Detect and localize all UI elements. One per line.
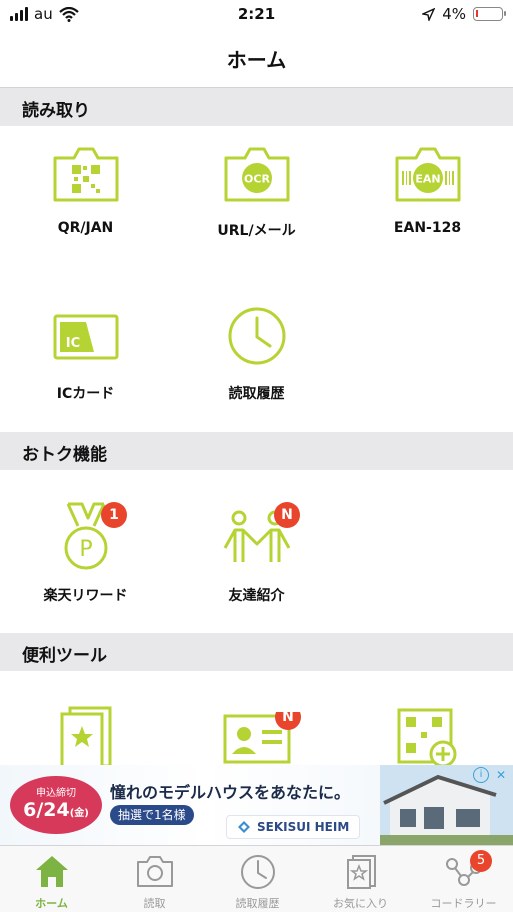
close-icon[interactable]: ✕ — [493, 767, 509, 783]
grid-item-history[interactable]: 読取履歴 — [171, 305, 342, 405]
brand-mark-icon — [238, 821, 250, 833]
ad-deadline-label: 申込締切 — [36, 788, 76, 799]
section-header-tools: 便利ツール — [0, 633, 513, 671]
section-title: 便利ツール — [22, 646, 107, 666]
item-label: EAN-128 — [393, 220, 462, 236]
grid-item-tool-profile[interactable]: N — [171, 712, 342, 766]
tab-history[interactable]: 読取履歴 — [206, 846, 309, 912]
battery-icon — [473, 7, 506, 21]
ad-banner[interactable]: 申込締切 6/24(金) 憧れのモデルハウスをあなたに。 抽選で1名様 SEKI… — [0, 765, 513, 845]
home-icon — [35, 856, 68, 887]
ean-text: EAN — [415, 173, 440, 186]
tab-bar: ホーム 読取 読取履歴 お気に入り 5 コードラリー — [0, 845, 513, 912]
ocr-camera-icon: OCR — [224, 147, 289, 202]
section-title: おトク機能 — [22, 445, 107, 465]
favorites-book-icon — [60, 706, 111, 766]
ad-deadline-date: 6/24(金) — [10, 799, 102, 825]
ad-date: 6/24 — [23, 799, 70, 821]
grid-item-url-mail[interactable]: OCR URL/メール — [171, 145, 342, 255]
battery-percent: 4% — [442, 5, 466, 23]
notification-badge: N — [274, 502, 300, 528]
ean-camera-icon: EAN — [395, 147, 460, 202]
status-bar: au 2:21 4% — [0, 0, 513, 30]
tab-label: コードラリー — [430, 897, 497, 910]
star-book-icon — [346, 855, 376, 889]
grid-item-tool-favorites[interactable] — [0, 706, 171, 766]
ic-text: IC — [65, 336, 79, 351]
qr-camera-icon — [53, 147, 118, 202]
section-header-deals: おトク機能 — [0, 432, 513, 470]
ad-brand: SEKISUI HEIM — [257, 820, 350, 834]
tab-label: 読取履歴 — [235, 897, 280, 910]
page-title: ホーム — [226, 48, 287, 72]
item-label: QR/JAN — [57, 220, 114, 236]
item-label: 友達紹介 — [228, 588, 285, 604]
ad-pill: 抽選で1名様 — [110, 805, 194, 825]
tab-code-rally[interactable]: 5 コードラリー — [412, 846, 513, 912]
item-label: ICカード — [56, 386, 115, 402]
item-label: URL/メール — [217, 223, 296, 239]
clock-icon — [240, 855, 275, 889]
item-label: 読取履歴 — [228, 386, 285, 402]
grid-item-ic-card[interactable]: IC ICカード — [0, 308, 171, 408]
qr-create-icon — [397, 708, 456, 766]
tab-label: ホーム — [35, 897, 68, 910]
ocr-text: OCR — [244, 173, 270, 186]
ad-controls: i ✕ — [473, 767, 509, 783]
ad-headline: 憧れのモデルハウスをあなたに。 — [110, 783, 351, 802]
grid-item-tool-qr-create[interactable] — [342, 706, 513, 766]
camera-icon — [136, 856, 173, 887]
tab-label: 読取 — [143, 897, 166, 910]
nav-bar: ホーム — [0, 30, 513, 88]
item-label: 楽天リワード — [43, 588, 128, 604]
location-arrow-icon — [422, 7, 436, 21]
grid-item-qr-jan[interactable]: QR/JAN — [0, 145, 171, 255]
ic-card-icon: IC — [53, 314, 118, 360]
ad-brand-logo: SEKISUI HEIM — [226, 815, 361, 839]
notification-badge: 1 — [101, 502, 127, 528]
grid-item-friend-invite[interactable]: N 友達紹介 — [171, 502, 342, 605]
section-title: 読み取り — [22, 101, 90, 121]
tab-label: お気に入り — [333, 897, 388, 910]
ad-deadline-badge: 申込締切 6/24(金) — [10, 776, 102, 834]
notification-badge: 5 — [470, 850, 492, 872]
section-header-scan: 読み取り — [0, 88, 513, 126]
tab-home[interactable]: ホーム — [0, 846, 103, 912]
medal-p: P — [79, 537, 92, 562]
grid-item-rakuten-reward[interactable]: P 1 楽天リワード — [0, 500, 171, 605]
info-icon[interactable]: i — [473, 767, 489, 783]
clock-icon — [228, 307, 285, 365]
tab-favorites[interactable]: お気に入り — [309, 846, 412, 912]
ad-day: (金) — [69, 808, 89, 819]
status-right: 4% — [422, 5, 506, 23]
grid-item-ean-128[interactable]: EAN EAN-128 — [342, 145, 513, 255]
tab-scan[interactable]: 読取 — [103, 846, 206, 912]
